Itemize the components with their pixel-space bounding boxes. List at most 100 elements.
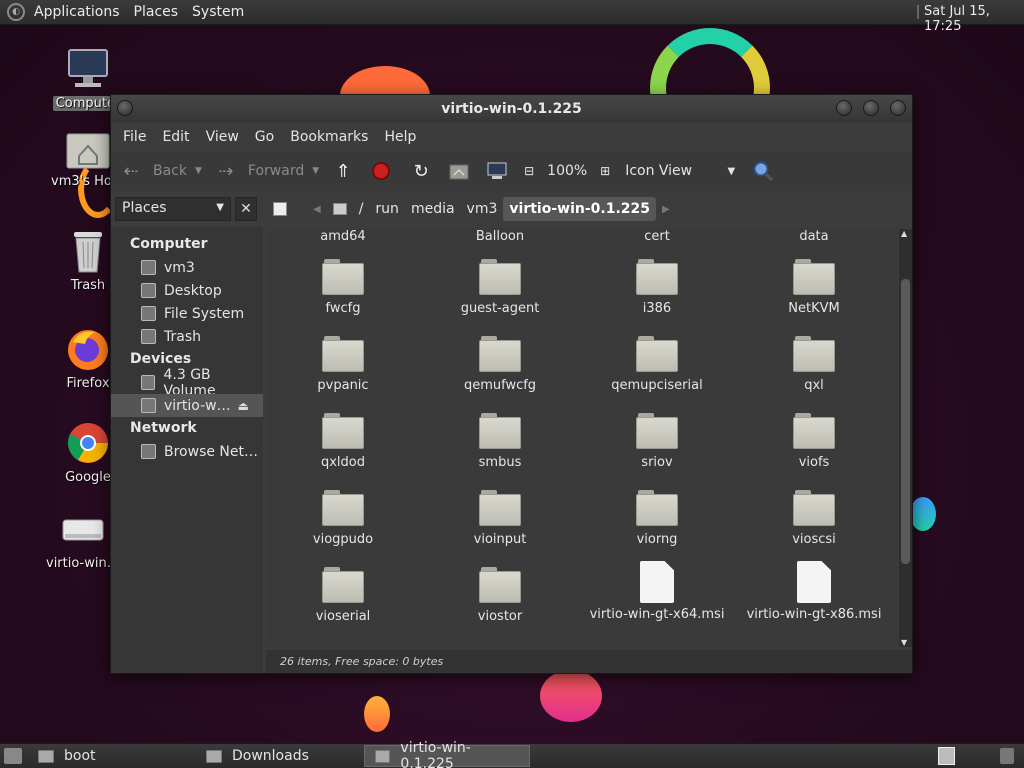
folder-item[interactable]: vioscsi [739,490,889,547]
taskbar-item-virtio[interactable]: virtio-win-0.1.225 [364,740,530,768]
breadcrumb-scroll-left[interactable]: ◀ [307,204,327,215]
file-item[interactable]: virtio-win-gt-x86.msi [739,561,889,622]
folder-icon [322,413,364,449]
close-sidebar-button[interactable]: ✕ [235,197,257,221]
item-label: viofs [798,455,830,470]
folder-icon [636,413,678,449]
breadcrumb-run[interactable]: run [369,197,405,221]
scrollbar-thumb[interactable] [901,279,910,564]
applications-menu[interactable]: Applications [27,4,127,20]
breadcrumb-scroll-right[interactable]: ▶ [656,204,676,215]
folder-item[interactable]: qemufwcfg [425,336,575,393]
scroll-up-arrow[interactable]: ▲ [901,229,907,238]
minimize-button[interactable] [836,100,852,116]
computer-button[interactable] [485,159,509,183]
reload-button[interactable]: ↻ [409,159,433,183]
sidebar-item-virtio[interactable]: virtio-w… ⏏ [111,394,263,417]
sidebar-item-vm3[interactable]: vm3 [111,256,263,279]
menu-bookmarks[interactable]: Bookmarks [282,129,376,145]
folder-item[interactable]: amd64 [268,229,418,244]
folder-item[interactable]: viorng [582,490,732,547]
show-desktop-icon[interactable] [4,748,22,764]
folder-item[interactable]: viostor [425,567,575,624]
sidebar-item-file-system[interactable]: File System [111,302,263,325]
scroll-down-arrow[interactable]: ▼ [901,638,907,647]
breadcrumb-vm3[interactable]: vm3 [461,197,504,221]
toggle-location-entry-button[interactable] [267,197,293,221]
folder-item[interactable]: vioinput [425,490,575,547]
back-button[interactable]: ⇠ Back [119,159,187,183]
taskbar-item-downloads[interactable]: Downloads [196,745,364,767]
trash-applet-icon[interactable] [1000,748,1014,764]
up-button[interactable]: ⇑ [331,159,355,183]
menu-view[interactable]: View [198,129,247,145]
stop-button[interactable] [369,159,393,183]
sidebar-item-browse-network[interactable]: Browse Net… [111,440,263,463]
workspace-switcher[interactable] [938,747,955,765]
close-button[interactable] [890,100,906,116]
sidebar-item-label: File System [164,305,245,322]
folder-item[interactable]: cert [582,229,732,244]
zoom-in-button[interactable]: ⊞ [593,159,617,183]
view-mode-select[interactable]: Icon View ▼ [625,163,735,179]
folder-item[interactable]: qemupciserial [582,336,732,393]
sidebar-item-volume[interactable]: 4.3 GB Volume [111,367,263,399]
file-item[interactable]: virtio-win-gt-x64.msi [582,561,732,622]
chrome-icon [65,420,111,466]
mate-logo-icon[interactable]: ◐ [7,3,25,21]
folder-item[interactable]: guest-agent [425,259,575,316]
folder-item[interactable]: qxl [739,336,889,393]
vertical-scrollbar[interactable]: ▲ ▼ [899,229,912,647]
breadcrumb-current[interactable]: virtio-win-0.1.225 [503,197,656,221]
breadcrumb: ◀ / run media vm3 virtio-win-0.1.225 ▶ [267,197,676,221]
item-label: vioserial [315,609,371,624]
maximize-button[interactable] [863,100,879,116]
document-icon [797,561,831,603]
folder-item[interactable]: vioserial [268,567,418,624]
folder-item[interactable]: i386 [582,259,732,316]
places-menu[interactable]: Places [127,4,186,20]
menu-go[interactable]: Go [247,129,282,145]
search-button[interactable] [751,159,775,183]
folder-item[interactable]: viofs [739,413,889,470]
folder-item[interactable]: Balloon [425,229,575,244]
folder-item[interactable]: sriov [582,413,732,470]
computer-icon [485,159,509,183]
taskbar-item-boot[interactable]: boot [28,745,196,767]
sidebar-item-desktop[interactable]: Desktop [111,279,263,302]
sidebar-item-trash[interactable]: Trash [111,325,263,348]
search-icon [751,159,775,183]
folder-item[interactable]: smbus [425,413,575,470]
item-label: sriov [641,455,673,470]
folder-icon [322,490,364,526]
item-label: qemufwcfg [463,378,537,393]
forward-button[interactable]: ⇢ Forward [214,159,304,183]
menu-edit[interactable]: Edit [154,129,197,145]
item-label: guest-agent [460,301,540,316]
forward-history-dropdown[interactable]: ▼ [312,166,319,176]
breadcrumb-media[interactable]: media [405,197,461,221]
menu-help[interactable]: Help [376,129,424,145]
sidebar-item-label: virtio-w… [164,397,231,414]
clock[interactable]: Sat Jul 15, 17:25 [924,4,1024,34]
folder-item[interactable]: NetKVM [739,259,889,316]
menu-file[interactable]: File [115,129,154,145]
folder-item[interactable]: viogpudo [268,490,418,547]
zoom-out-button[interactable]: ⊟ [517,159,541,183]
file-manager-window: virtio-win-0.1.225 File Edit View Go Boo… [110,94,913,674]
breadcrumb-root[interactable] [327,197,353,221]
home-button[interactable] [447,159,471,183]
window-titlebar[interactable]: virtio-win-0.1.225 [111,95,912,123]
system-menu[interactable]: System [185,4,251,20]
back-history-dropdown[interactable]: ▼ [195,166,202,176]
breadcrumb-separator: / [358,201,364,217]
folder-item[interactable]: fwcfg [268,259,418,316]
sidebar-type-select[interactable]: Places ▼ [115,197,231,221]
folder-item[interactable]: pvpanic [268,336,418,393]
folder-item[interactable]: data [739,229,889,244]
sidebar-heading-network: Network [130,420,197,436]
computer-icon [65,46,111,92]
item-label: virtio-win-gt-x86.msi [746,607,882,622]
eject-icon[interactable]: ⏏ [238,399,249,413]
folder-item[interactable]: qxldod [268,413,418,470]
